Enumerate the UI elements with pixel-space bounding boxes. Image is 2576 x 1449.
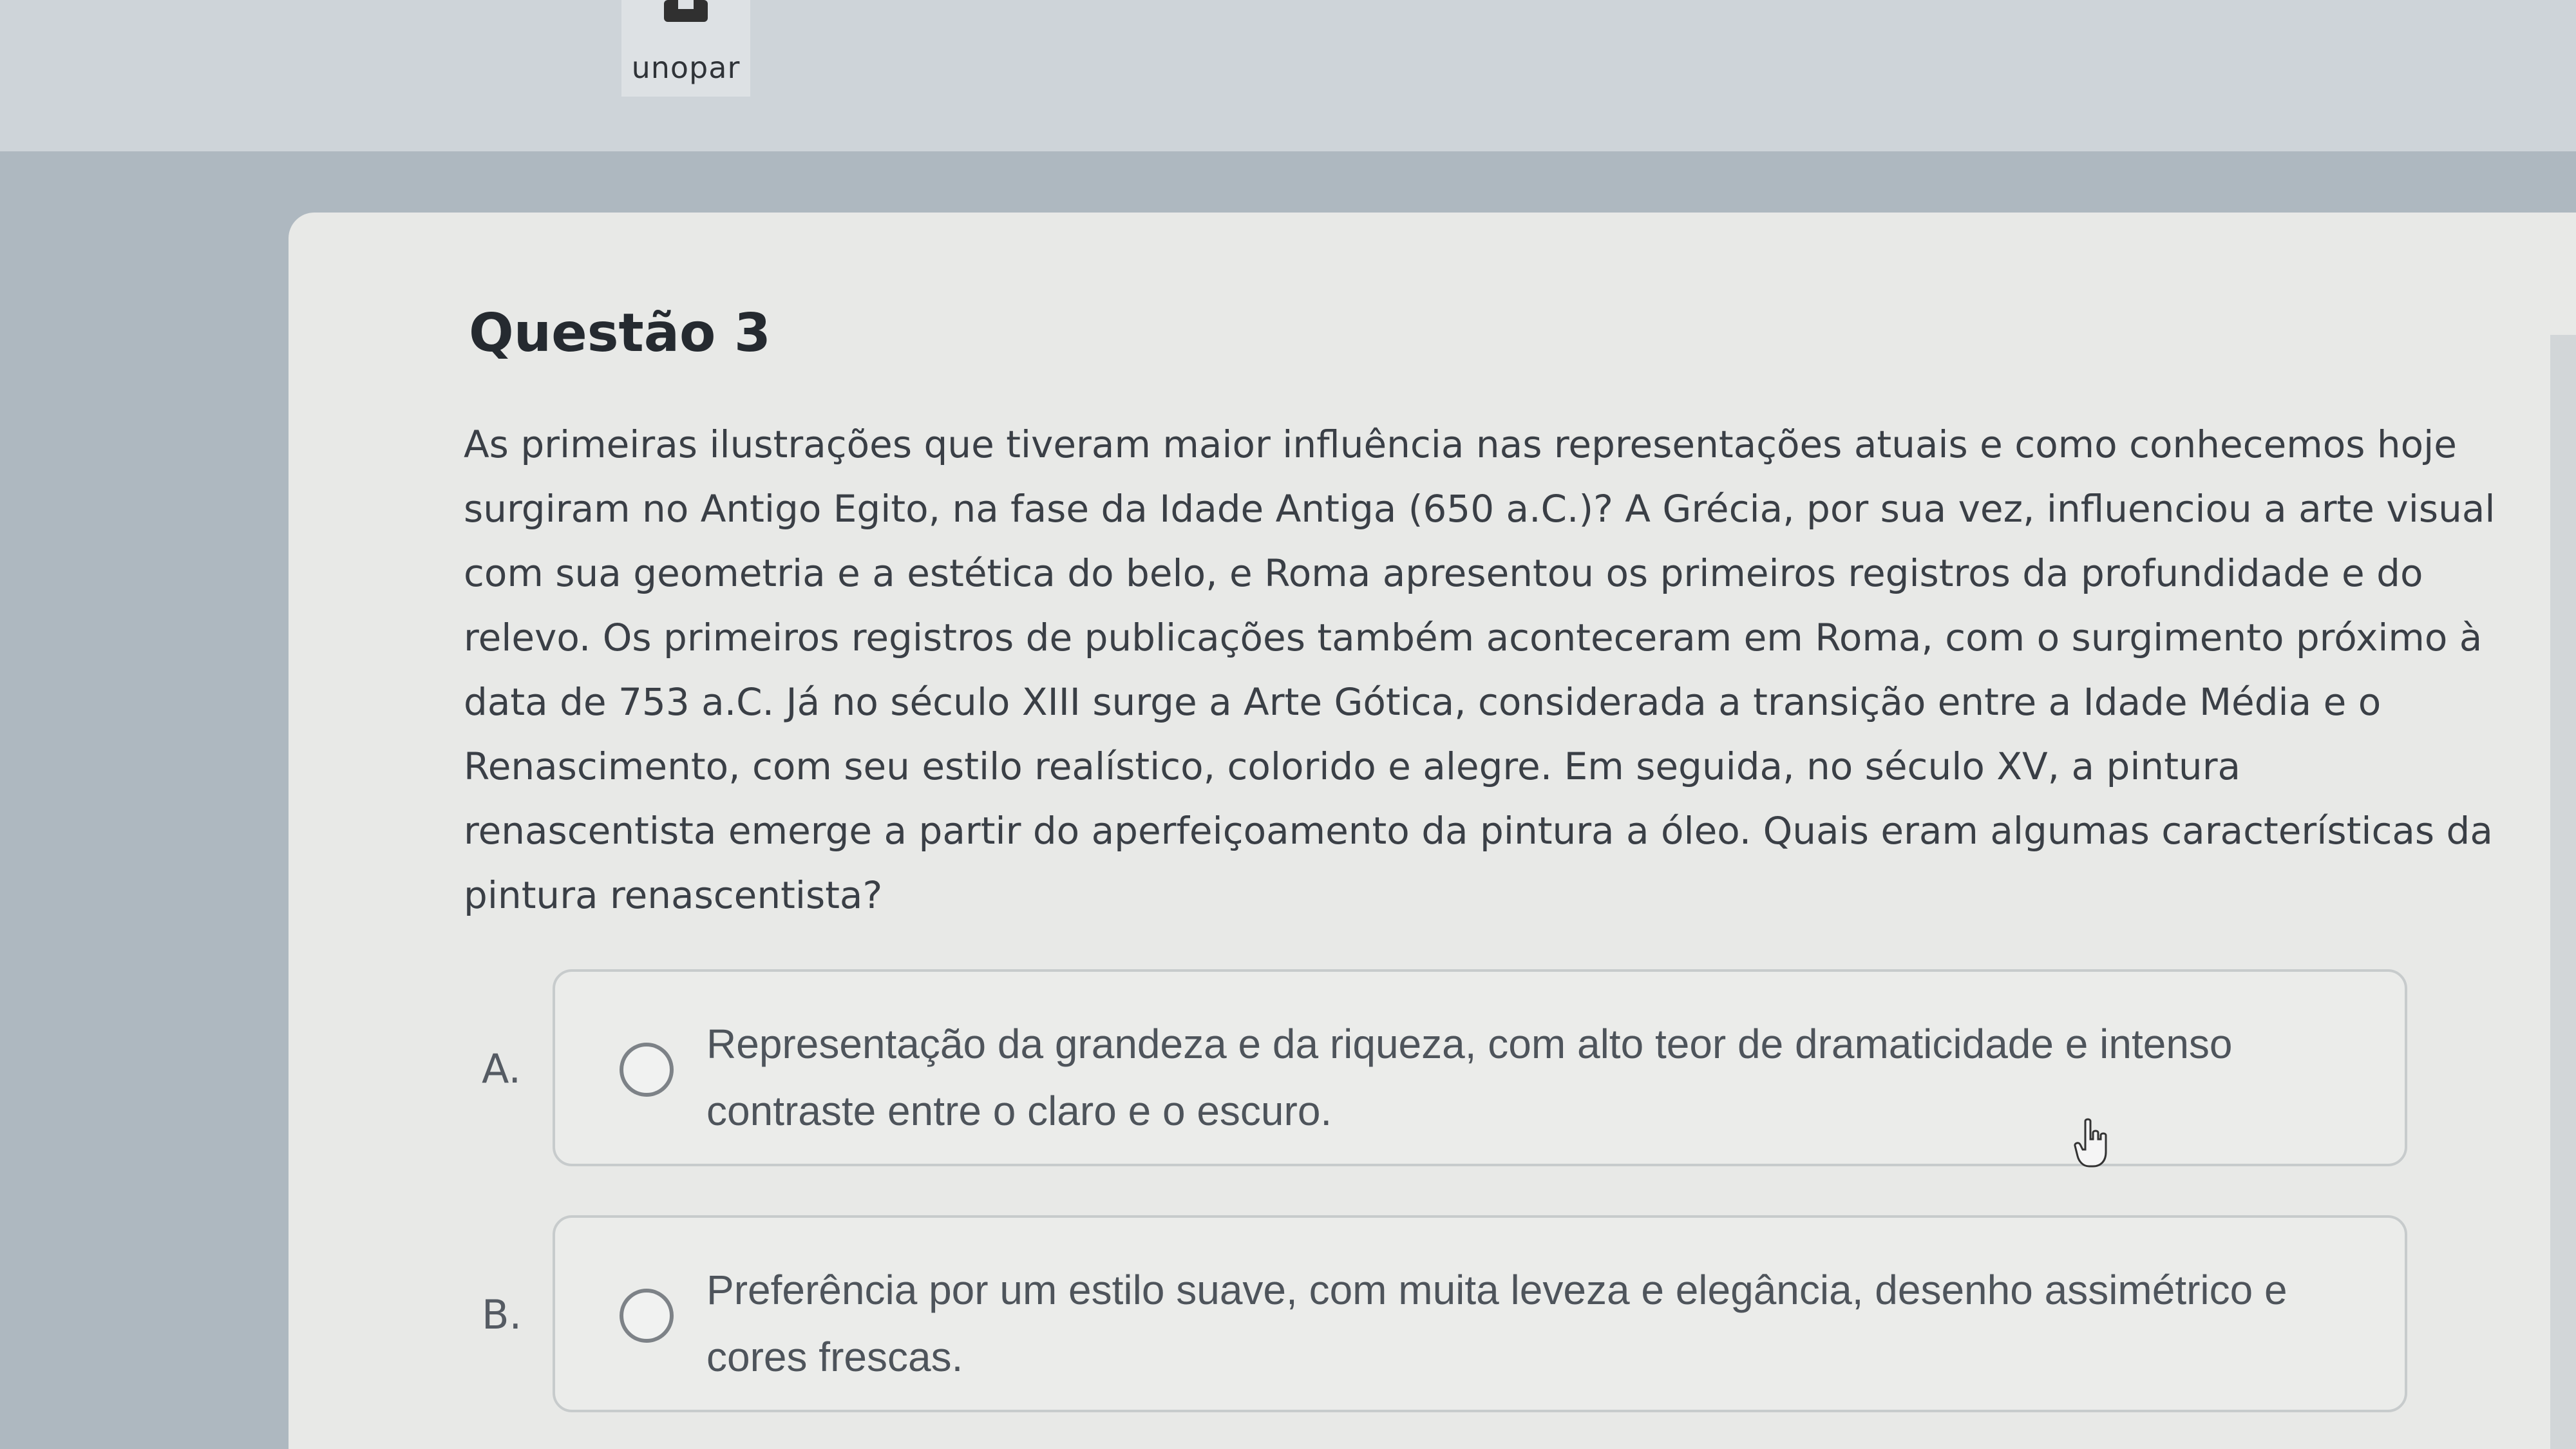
answer-options: A. Representação da grandeza e da riquez… — [482, 969, 2543, 1449]
question-title: Questão 3 — [469, 303, 771, 364]
unopar-logo-icon — [664, 0, 708, 22]
hand-pointer-icon — [2074, 1118, 2107, 1168]
radio-button-b[interactable] — [620, 1289, 674, 1343]
option-letter-a: A. — [482, 1045, 522, 1092]
unopar-logo[interactable]: unopar — [621, 0, 750, 97]
option-box-a[interactable]: Representação da grandeza e da riqueza, … — [553, 969, 2407, 1166]
question-card: Questão 3 As primeiras ilustrações que t… — [289, 213, 2576, 1449]
scrollbar-track[interactable] — [2550, 335, 2576, 1449]
option-text-b: Preferência por um estilo suave, com mui… — [706, 1267, 2287, 1380]
answer-option-b[interactable]: B. Preferência por um estilo suave, com … — [482, 1215, 2543, 1415]
top-bar — [0, 0, 2576, 151]
logo-text: unopar — [631, 50, 741, 85]
option-box-b[interactable]: Preferência por um estilo suave, com mui… — [553, 1215, 2407, 1412]
question-text: As primeiras ilustrações que tiveram mai… — [464, 422, 2496, 917]
radio-button-a[interactable] — [620, 1043, 674, 1097]
option-letter-b: B. — [482, 1291, 522, 1338]
answer-option-a[interactable]: A. Representação da grandeza e da riquez… — [482, 969, 2543, 1169]
